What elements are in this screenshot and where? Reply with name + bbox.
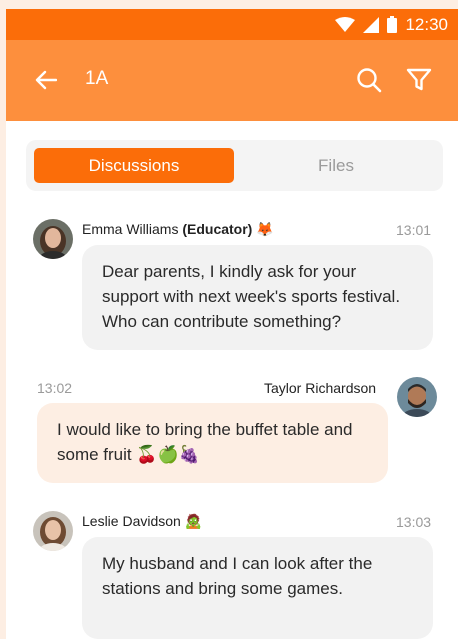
tab-files[interactable]: Files — [236, 148, 436, 183]
avatar-leslie-davidson[interactable] — [33, 511, 73, 551]
page-title: 1A — [85, 68, 109, 89]
status-time: 12:30 — [405, 14, 448, 34]
message-time: 13:02 — [37, 380, 73, 396]
status-bar: 12:30 — [6, 9, 458, 40]
tab-discussions[interactable]: Discussions — [34, 148, 234, 183]
message-author: Leslie Davidson 🧟 — [82, 513, 203, 530]
avatar-emma-williams[interactable] — [33, 219, 73, 259]
app-bar: 1A — [6, 40, 458, 121]
message-time: 13:01 — [396, 222, 432, 238]
message-bubble: Dear parents, I kindly ask for your supp… — [82, 245, 433, 350]
message-bubble-own: I would like to bring the buffet table a… — [37, 403, 388, 483]
back-arrow-icon[interactable] — [32, 66, 60, 94]
wifi-icon — [335, 16, 356, 33]
avatar-taylor-richardson[interactable] — [397, 377, 437, 417]
message-author: Emma Williams (Educator) 🦊 — [82, 221, 274, 238]
search-icon[interactable] — [355, 65, 383, 95]
battery-icon — [387, 16, 398, 33]
phone-screen: 12:30 1A Discussions Files Emma Williams… — [6, 9, 458, 639]
tab-bar: Discussions Files — [26, 140, 443, 191]
signal-icon — [363, 16, 380, 33]
filter-icon[interactable] — [404, 65, 434, 95]
message-author: Taylor Richardson — [264, 380, 377, 396]
message-time: 13:03 — [396, 514, 432, 530]
message-bubble: My husband and I can look after the stat… — [82, 537, 433, 639]
